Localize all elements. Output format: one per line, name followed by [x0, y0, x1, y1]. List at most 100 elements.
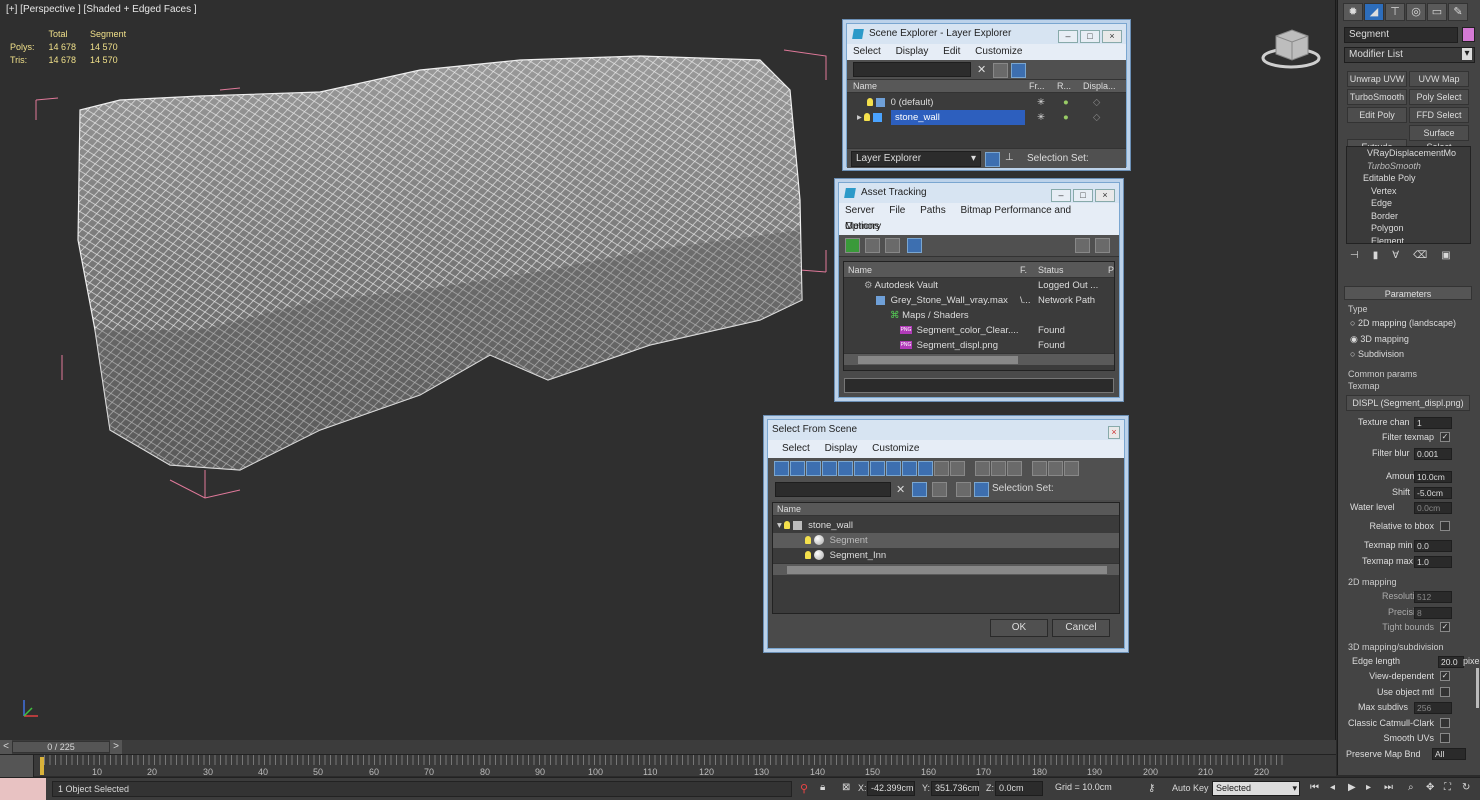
stack-item-edge[interactable]: Edge	[1347, 197, 1470, 210]
display-tab-icon[interactable]: ▭	[1427, 3, 1447, 21]
checkbox-checked-icon[interactable]: ✓	[1440, 671, 1450, 681]
shapes-filter-icon[interactable]	[790, 461, 805, 476]
select-from-scene-window[interactable]: Select From Scene × Select Display Custo…	[767, 419, 1125, 649]
uvw-map-button[interactable]: UVW Map	[1409, 71, 1469, 87]
view-cube[interactable]	[1261, 29, 1321, 69]
time-slider[interactable]: < 0 / 225 >	[0, 740, 1336, 754]
command-panel-scrollbar[interactable]	[1476, 668, 1479, 708]
col-name[interactable]: Name	[773, 503, 1119, 516]
geometry-filter-icon[interactable]	[774, 461, 789, 476]
hidden-filter-icon[interactable]	[950, 461, 965, 476]
list-view-icon[interactable]	[865, 238, 880, 253]
layers-mode-icon[interactable]	[985, 152, 1000, 167]
asset-row-color-map[interactable]: PNG Segment_color_Clear.... Found	[844, 323, 1114, 338]
display-icon[interactable]: ◇	[1093, 110, 1100, 125]
bulb-icon[interactable]	[805, 536, 811, 545]
menu-customize[interactable]: Customize	[872, 443, 919, 454]
bones-filter-icon[interactable]	[902, 461, 917, 476]
invert-display-icon[interactable]	[1006, 461, 1022, 476]
ok-button[interactable]: OK	[990, 619, 1048, 637]
columns-icon[interactable]	[1063, 461, 1079, 476]
menu-edit[interactable]: Edit	[943, 46, 960, 57]
bulb-icon[interactable]	[864, 113, 871, 122]
layers-icon[interactable]	[956, 482, 971, 497]
checkbox-icon[interactable]	[1440, 733, 1450, 743]
remove-modifier-icon[interactable]: ⌫	[1413, 250, 1427, 261]
asset-list-hscrollbar[interactable]	[844, 353, 1114, 365]
frame-display[interactable]: 0 / 225	[12, 741, 110, 753]
x-coord-field[interactable]: -42.399cm	[867, 781, 915, 796]
freeze-icon[interactable]: ✳	[1037, 110, 1045, 125]
helpers-filter-icon[interactable]	[838, 461, 853, 476]
freeze-icon[interactable]: ✳	[1037, 95, 1045, 110]
layer-toolbar-icon[interactable]	[993, 63, 1008, 78]
go-to-end-icon[interactable]: ⏭	[1384, 782, 1393, 793]
water-level-input[interactable]: 0.0cm	[1414, 502, 1452, 514]
asset-tracking-window[interactable]: Asset Tracking – □ × Server File Paths Bit…	[838, 182, 1120, 398]
mini-curve-editor-icon[interactable]	[0, 755, 34, 777]
maximize-viewport-icon[interactable]: ⛶	[1444, 782, 1451, 793]
layer-row-stone-wall[interactable]: ▸ stone_wall ✳ ● ◇	[847, 110, 1126, 125]
groups-filter-icon[interactable]	[870, 461, 885, 476]
modifier-stack[interactable]: VRayDisplacementMo TurboSmooth Editable …	[1346, 146, 1471, 244]
containers-filter-icon[interactable]	[918, 461, 933, 476]
poly-select-button[interactable]: Poly Select	[1409, 89, 1469, 105]
pan-icon[interactable]: ✥	[1426, 782, 1434, 793]
stack-item-vraydisplacement[interactable]: VRayDisplacementMo	[1347, 147, 1470, 160]
asset-tracking-titlebar[interactable]: Asset Tracking – □ ×	[839, 183, 1119, 203]
filter-funnel-icon[interactable]	[1031, 461, 1047, 476]
previous-key-icon[interactable]: ◂	[1330, 782, 1335, 793]
stack-item-vertex[interactable]: Vertex	[1347, 185, 1470, 198]
use-object-mtl-row[interactable]: Use object mtl	[1344, 685, 1472, 701]
surface-select-button[interactable]: Surface Select	[1409, 125, 1469, 152]
render-teapot-icon[interactable]: ●	[1063, 95, 1069, 110]
asset-row-displ-map[interactable]: PNG Segment_displ.png Found	[844, 338, 1114, 353]
make-unique-icon[interactable]: ∀	[1392, 250, 1399, 261]
selection-lock-icon[interactable]: 🔒︎	[820, 782, 825, 793]
previous-frame-icon[interactable]: <	[0, 740, 12, 754]
close-icon[interactable]: ×	[1108, 426, 1120, 439]
isolate-icon[interactable]: ⚲	[800, 782, 808, 795]
menu-select[interactable]: Select	[782, 443, 810, 454]
menu-select[interactable]: Select	[853, 46, 881, 57]
type-option-2d[interactable]: ○ 2D mapping (landscape)	[1344, 316, 1472, 332]
maximize-icon[interactable]: □	[1080, 30, 1100, 43]
parameters-rollout-header[interactable]: Parameters	[1344, 286, 1472, 300]
precision-input[interactable]: 8	[1414, 606, 1452, 619]
texture-chan-input[interactable]: 1	[1414, 416, 1452, 429]
cameras-filter-icon[interactable]	[822, 461, 837, 476]
stone-wall-mesh[interactable]	[0, 0, 1336, 740]
preserve-map-dropdown[interactable]: All	[1432, 747, 1466, 760]
texmap-min-input[interactable]: 0.0	[1414, 540, 1452, 552]
edge-length-input[interactable]: 20.0	[1438, 655, 1464, 668]
col-f[interactable]: F.	[1020, 262, 1027, 278]
hierarchy-tab-icon[interactable]: ⊤	[1385, 3, 1405, 21]
menu-file[interactable]: File	[889, 205, 905, 216]
next-frame-icon[interactable]: >	[110, 740, 122, 754]
ffd-select-button[interactable]: FFD Select	[1409, 107, 1469, 123]
maximize-icon[interactable]: □	[1073, 189, 1093, 202]
col-render[interactable]: R...	[1057, 80, 1071, 93]
minimize-icon[interactable]: –	[1051, 189, 1071, 202]
max-subdivs-input[interactable]: 256	[1414, 702, 1452, 714]
edit-poly-button[interactable]: Edit Poly	[1347, 107, 1407, 123]
col-frozen[interactable]: Fr...	[1029, 80, 1045, 93]
pin-stack-icon[interactable]: ⊣	[1350, 250, 1359, 261]
configure-sets-icon[interactable]: ▣	[1441, 250, 1450, 261]
display-none-icon[interactable]	[990, 461, 1006, 476]
select-from-scene-titlebar[interactable]: Select From Scene ×	[768, 420, 1124, 440]
zoom-icon[interactable]: ⌕	[1408, 782, 1414, 793]
xrefs-filter-icon[interactable]	[886, 461, 901, 476]
orbit-icon[interactable]: ↻	[1462, 782, 1470, 793]
shift-input[interactable]: -5.0cm	[1414, 486, 1452, 499]
checkbox-checked-icon[interactable]: ✓	[1440, 622, 1450, 632]
hierarchy-icon[interactable]: ⊥	[1005, 152, 1014, 163]
scene-explorer-window[interactable]: Scene Explorer - Layer Explorer – □ × Sele…	[846, 23, 1127, 168]
utilities-tab-icon[interactable]: ✎	[1448, 3, 1468, 21]
render-teapot-icon[interactable]: ●	[1063, 110, 1069, 125]
checkbox-icon[interactable]	[1440, 717, 1450, 728]
display-all-icon[interactable]	[974, 461, 990, 476]
create-tab-icon[interactable]: ✹	[1343, 3, 1363, 21]
texmap-max-input[interactable]: 1.0	[1414, 555, 1452, 568]
close-icon[interactable]: ×	[1102, 30, 1122, 43]
